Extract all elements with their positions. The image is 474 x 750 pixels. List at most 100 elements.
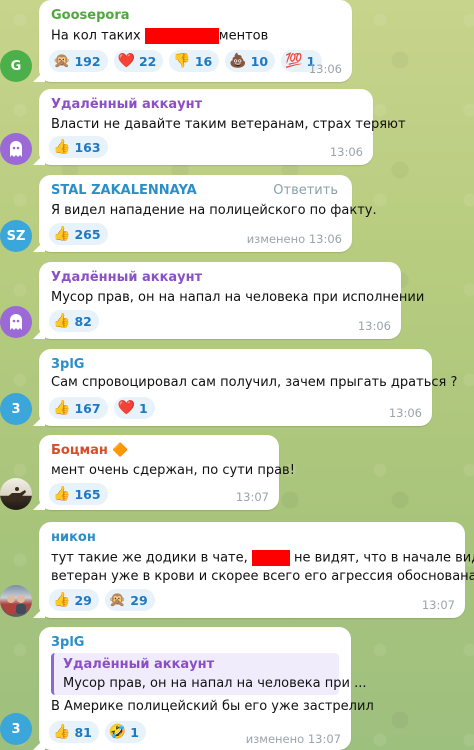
avatar[interactable]: SZ — [0, 220, 32, 252]
monkey-icon: 🙊 — [108, 592, 127, 608]
message-bubble[interactable]: Удалённый аккаунт Мусор прав, он на напа… — [39, 262, 424, 339]
reactions: 👍 81 🤣 1 — [49, 721, 146, 743]
redaction-mark — [144, 28, 219, 44]
reactions: 👍 82 — [49, 310, 99, 332]
author-name-text: Боцман — [51, 443, 108, 458]
horse-rider-icon — [6, 487, 26, 502]
message-text: Я видел нападение на полицейского по фак… — [51, 203, 377, 218]
hundred-icon: 💯 — [285, 53, 303, 69]
author-name[interactable]: 3plG — [51, 635, 84, 650]
reactions: 👍 167 ❤️ 1 — [49, 397, 155, 419]
reaction-thumbs-up[interactable]: 👍 29 — [49, 589, 99, 611]
reactions: 👍 265 — [49, 223, 108, 245]
reaction-thumbs-up[interactable]: 👍 167 — [49, 397, 108, 419]
message-text-start: тут такие же додики в чате, — [51, 550, 252, 566]
reaction-count: 10 — [250, 53, 269, 69]
reaction-count: 192 — [74, 53, 101, 69]
message-time: 13:06 — [388, 406, 422, 420]
reaction-count: 81 — [74, 724, 92, 740]
message-text: мент очень сдержан, по сути прав! — [51, 463, 295, 478]
reaction-thumbs-up[interactable]: 👍 265 — [49, 223, 108, 245]
monkey-icon: 🙊 — [53, 53, 71, 69]
reaction-count: 265 — [74, 226, 101, 242]
diamond-badge-icon: 🔶 — [112, 443, 129, 458]
message-text: Власти не давайте таким ветеранам, страх… — [51, 117, 406, 132]
message-text: На кол таких ментов — [51, 28, 268, 44]
group-photo-icon — [6, 595, 26, 614]
quote-author: Удалённый аккаунт — [63, 657, 215, 672]
thumbs-down-icon: 👎 — [173, 53, 191, 69]
heart-icon: ❤️ — [117, 53, 135, 69]
message-text-end: ментов — [218, 28, 269, 44]
message-time: 13:07 — [235, 490, 269, 504]
message-text: Сам спровоцировал сам получил, зачем пры… — [51, 375, 458, 390]
reaction-count: 165 — [74, 486, 101, 502]
author-name[interactable]: никон — [51, 530, 96, 545]
avatar[interactable] — [0, 478, 32, 510]
message-text-start: На кол таких — [51, 28, 145, 44]
avatar[interactable]: G — [0, 50, 32, 82]
reaction-rofl[interactable]: 🤣 1 — [104, 721, 146, 743]
message-text-line2: ветеран уже в крови и скорее всего его а… — [51, 569, 474, 584]
avatar[interactable]: 3 — [0, 393, 32, 425]
reaction-thumbs-up[interactable]: 👍 163 — [49, 136, 108, 158]
author-name[interactable]: Удалённый аккаунт — [51, 270, 202, 285]
thumbs-up-icon: 👍 — [53, 400, 71, 416]
message-bubble[interactable]: STAL ZAKALENNAYA Ответить Я видел нападе… — [39, 175, 377, 252]
reaction-heart[interactable]: ❤️ 22 — [113, 50, 164, 72]
avatar[interactable] — [0, 585, 32, 617]
reactions: 🙊 192 ❤️ 22 👎 16 💩 10 💯 1 — [49, 50, 323, 72]
message-bubble[interactable]: Удалённый аккаунт Власти не давайте таки… — [39, 89, 406, 165]
thumbs-up-icon: 👍 — [53, 724, 71, 740]
reactions: 👍 163 — [49, 136, 108, 158]
author-name[interactable]: STAL ZAKALENNAYA — [51, 183, 197, 198]
message-time: 13:06 — [357, 319, 391, 333]
thumbs-up-icon: 👍 — [53, 226, 71, 242]
message-bubble[interactable]: Боцман 🔶 мент очень сдержан, по сути пра… — [39, 435, 295, 510]
quote-text: Мусор прав, он на напал на человека при … — [63, 676, 367, 691]
avatar[interactable] — [0, 133, 32, 165]
reactions: 👍 165 — [49, 483, 108, 505]
thumbs-up-icon: 👍 — [53, 313, 71, 329]
reaction-thumbs-up[interactable]: 👍 82 — [49, 310, 99, 332]
reaction-thumbs-up[interactable]: 👍 165 — [49, 483, 108, 505]
thumbs-up-icon: 👍 — [53, 592, 71, 608]
reaction-count: 29 — [74, 592, 92, 608]
message-bubble[interactable]: Goosepora На кол таких ментов 🙊 192 ❤️ 22 … — [39, 0, 352, 82]
author-name[interactable]: 3plG — [51, 357, 84, 372]
message-text-end: не видят, что в начале видео — [294, 550, 474, 566]
ghost-icon — [10, 141, 22, 157]
avatar[interactable] — [0, 306, 32, 338]
avatar[interactable]: 3 — [0, 713, 32, 745]
reaction-count: 1 — [138, 400, 148, 416]
message-text: В Америке полицейский бы его уже застрел… — [51, 699, 374, 714]
message-bubble[interactable]: никон тут такие же додики в чате, не вид… — [39, 522, 474, 618]
reaction-poop[interactable]: 💩 10 — [225, 50, 276, 72]
reaction-count: 29 — [130, 592, 148, 608]
reaction-thumbs-up[interactable]: 👍 81 — [49, 721, 99, 743]
redaction-mark — [251, 550, 290, 566]
message-time: 13:06 — [308, 62, 342, 76]
poop-icon: 💩 — [229, 53, 247, 69]
message-bubble[interactable]: 3plG Сам спровоцировал сам получил, заче… — [39, 349, 457, 426]
reaction-heart[interactable]: ❤️ 1 — [113, 397, 155, 419]
reaction-count: 82 — [74, 313, 92, 329]
heart-icon: ❤️ — [117, 400, 135, 416]
reaction-count: 163 — [74, 139, 101, 155]
author-name[interactable]: Боцман 🔶 — [51, 443, 129, 458]
message-text: тут такие же додики в чате, не видят, чт… — [51, 550, 474, 566]
reply-quote[interactable]: Удалённый аккаунт Мусор прав, он на напа… — [51, 653, 366, 695]
author-name[interactable]: Удалённый аккаунт — [51, 97, 202, 112]
ghost-icon — [10, 314, 22, 330]
message-time: 13:06 — [329, 145, 363, 159]
author-name[interactable]: Goosepora — [51, 8, 130, 23]
message-bubble[interactable]: 3plG Удалённый аккаунт Мусор прав, он на… — [39, 627, 374, 750]
reaction-count: 1 — [130, 724, 139, 740]
reply-button[interactable]: Ответить — [273, 183, 338, 198]
message-time: изменено 13:06 — [246, 232, 342, 246]
reaction-monkey[interactable]: 🙊 192 — [49, 50, 108, 72]
message-time: изменено 13:07 — [245, 732, 341, 746]
reaction-monkey[interactable]: 🙊 29 — [104, 589, 155, 611]
reaction-thumbs-down[interactable]: 👎 16 — [169, 50, 220, 72]
reactions: 👍 29 🙊 29 — [49, 589, 155, 611]
